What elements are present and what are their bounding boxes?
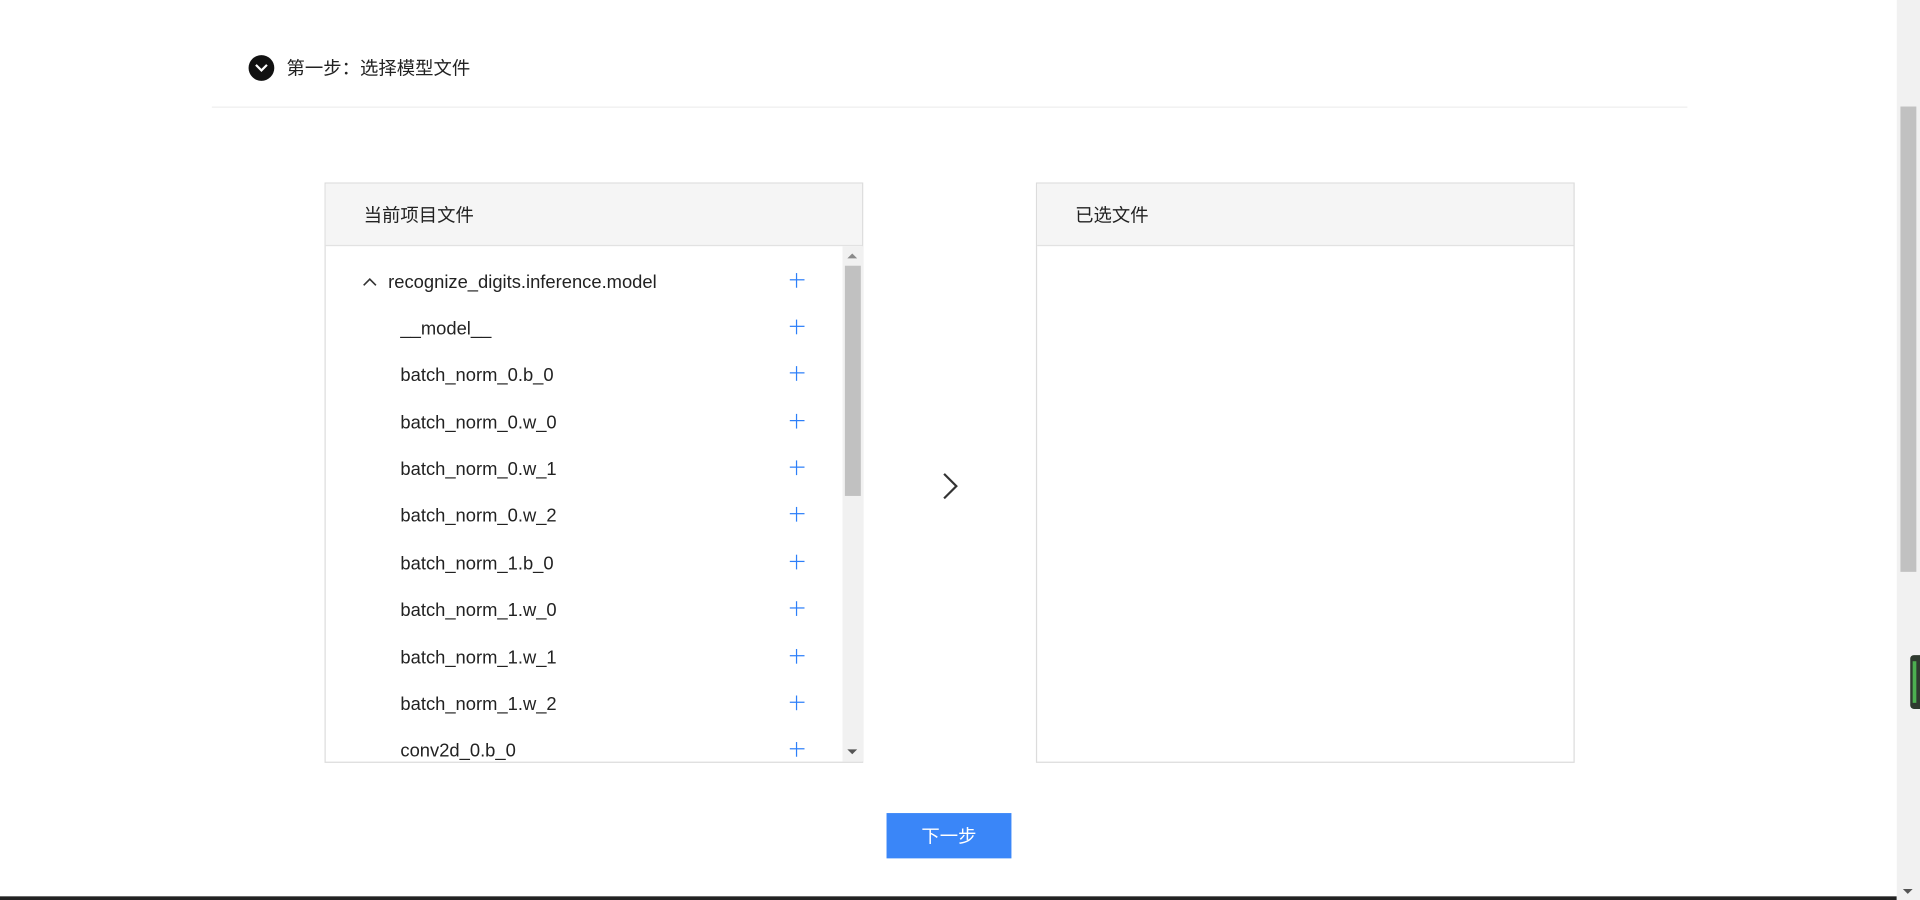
file-name: batch_norm_0.b_0	[400, 364, 554, 386]
scroll-up-arrow-icon[interactable]	[847, 253, 858, 259]
page-scrollbar[interactable]	[1896, 0, 1920, 900]
current-project-files-panel: 当前项目文件 recognize_digits.inference.model …	[324, 182, 864, 763]
file-name: batch_norm_1.w_0	[400, 599, 557, 621]
file-name: batch_norm_0.w_0	[400, 412, 557, 433]
plus-icon[interactable]	[789, 741, 806, 758]
chevron-down-circle-icon[interactable]	[248, 55, 275, 81]
side-tab-handle[interactable]	[1910, 655, 1920, 709]
plus-icon[interactable]	[789, 600, 806, 617]
plus-icon[interactable]	[789, 694, 806, 711]
file-row[interactable]: batch_norm_1.b_0	[326, 540, 843, 587]
panel-header: 当前项目文件	[325, 183, 863, 247]
file-name: batch_norm_1.w_1	[400, 647, 557, 668]
scroll-down-arrow-icon[interactable]	[1902, 888, 1913, 894]
panel-header: 已选文件	[1037, 183, 1574, 247]
chevron-right-icon[interactable]	[936, 470, 963, 502]
scrollbar-thumb[interactable]	[1900, 106, 1917, 572]
divider	[211, 106, 1688, 108]
panel-title: 已选文件	[1075, 205, 1149, 226]
file-name: batch_norm_1.b_0	[400, 552, 554, 574]
panel-title: 当前项目文件	[363, 205, 474, 226]
selected-files-panel: 已选文件	[1035, 182, 1575, 763]
plus-icon[interactable]	[789, 365, 806, 382]
file-row[interactable]: batch_norm_0.w_2	[326, 492, 843, 539]
plus-icon[interactable]	[789, 459, 806, 476]
plus-icon[interactable]	[789, 413, 806, 430]
page: 第一步：选择模型文件 当前项目文件 recognize_digits.infer…	[0, 0, 1920, 900]
plus-icon[interactable]	[789, 318, 806, 335]
plus-icon[interactable]	[789, 272, 806, 289]
file-name: __model__	[400, 317, 492, 339]
file-row[interactable]: conv2d_0.b_0	[326, 727, 843, 761]
tree-root-row[interactable]: recognize_digits.inference.model	[326, 258, 843, 305]
tree-root-label: recognize_digits.inference.model	[388, 271, 657, 293]
file-row[interactable]: batch_norm_0.b_0	[326, 351, 843, 398]
file-name: batch_norm_0.w_1	[400, 458, 557, 480]
file-row[interactable]: batch_norm_1.w_2	[326, 681, 843, 728]
scroll-down-arrow-icon[interactable]	[847, 749, 858, 755]
step-title: 第一步：选择模型文件	[286, 58, 471, 80]
file-row[interactable]: batch_norm_0.w_0	[326, 399, 843, 446]
file-row[interactable]: __model__	[326, 305, 843, 352]
plus-icon[interactable]	[789, 553, 806, 570]
next-step-button[interactable]: 下一步	[886, 813, 1012, 859]
file-tree-scrollbar[interactable]	[842, 246, 864, 762]
chevron-up-icon[interactable]	[361, 273, 378, 290]
file-name: batch_norm_0.w_2	[400, 505, 557, 526]
scrollbar-thumb[interactable]	[844, 265, 861, 496]
file-name: batch_norm_1.w_2	[400, 693, 557, 715]
plus-icon[interactable]	[789, 648, 806, 665]
file-row[interactable]: batch_norm_1.w_1	[326, 634, 843, 681]
file-tree: recognize_digits.inference.model __model…	[326, 246, 843, 762]
file-row[interactable]: batch_norm_1.w_0	[326, 587, 843, 634]
step-header[interactable]: 第一步：选择模型文件	[248, 55, 471, 81]
plus-icon[interactable]	[789, 506, 806, 523]
file-row[interactable]: batch_norm_0.w_1	[326, 446, 843, 493]
divider	[0, 896, 1897, 900]
file-name: conv2d_0.b_0	[400, 740, 516, 762]
